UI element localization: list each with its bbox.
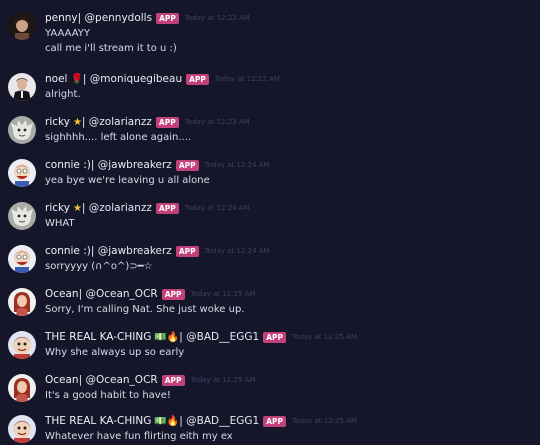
username[interactable]: connie :) xyxy=(45,159,91,171)
message-text: Whatever have fun flirting eith my ex xyxy=(45,431,233,442)
message-header: Ocean | @Ocean_OCR APP Today at 12:25 AM xyxy=(45,286,255,302)
username[interactable]: penny xyxy=(45,12,78,24)
timestamp: Today at 12:22 AM xyxy=(214,75,280,83)
user-avatar-kaching[interactable] xyxy=(8,331,36,359)
message-item: THE REAL KA-CHING 💵🔥 | @BAD__EGG1 APP To… xyxy=(0,329,540,372)
user-handle[interactable]: | @moniquegibeau xyxy=(83,73,182,85)
message-text: WHAT xyxy=(45,218,75,229)
timestamp: Today at 12:25 AM xyxy=(292,333,357,341)
message-text-line-2: call me i'll stream it to u :) xyxy=(45,43,177,54)
message-header: penny | @pennydolls APP Today at 12:22 A… xyxy=(45,10,250,26)
username[interactable]: ricky xyxy=(45,116,70,128)
user-avatar-kaching[interactable] xyxy=(8,415,36,443)
message-header: THE REAL KA-CHING 💵🔥 | @BAD__EGG1 APP To… xyxy=(45,413,357,429)
message-text: YAAAAYY xyxy=(45,28,90,39)
message-text: alright. xyxy=(45,89,81,100)
app-badge: APP xyxy=(175,159,199,171)
user-handle[interactable]: | @pennydolls xyxy=(78,12,152,24)
message-item: noel 🌹 | @moniquegibeau APP Today at 12:… xyxy=(0,71,540,114)
user-avatar-penny[interactable] xyxy=(8,12,36,40)
message-header: ricky ★ | @zolarianzz APP Today at 12:23… xyxy=(45,114,250,130)
timestamp: Today at 12:25 AM xyxy=(292,417,357,425)
app-badge: APP xyxy=(155,116,179,128)
message-item: penny | @pennydolls APP Today at 12:22 A… xyxy=(0,10,540,60)
user-handle[interactable]: | @BAD__EGG1 xyxy=(179,331,259,343)
star-emoji: ★ xyxy=(72,116,82,128)
user-avatar-connie[interactable] xyxy=(8,159,36,187)
app-badge: APP xyxy=(175,245,199,257)
username[interactable]: Ocean xyxy=(45,288,79,300)
app-badge: APP xyxy=(161,288,185,300)
money-fire-emoji: 💵🔥 xyxy=(154,415,180,427)
user-avatar-connie[interactable] xyxy=(8,245,36,273)
message-item: connie :) | @jawbreakerz APP Today at 12… xyxy=(0,157,540,200)
message-text: sorryyyy (∩^o^)⊃━☆ xyxy=(45,261,153,272)
user-handle[interactable]: | @jawbreakerz xyxy=(91,159,172,171)
money-fire-emoji: 💵🔥 xyxy=(154,331,180,343)
message-header: connie :) | @jawbreakerz APP Today at 12… xyxy=(45,243,270,259)
timestamp: Today at 12:23 AM xyxy=(184,118,250,126)
message-text: It's a good habit to have! xyxy=(45,390,171,401)
rose-emoji: 🌹 xyxy=(70,73,83,85)
message-text: sighhhh.... left alone again.... xyxy=(45,132,192,143)
user-avatar-ricky[interactable] xyxy=(8,202,36,230)
username[interactable]: ricky xyxy=(45,202,70,214)
message-item: Ocean | @Ocean_OCR APP Today at 12:25 AM… xyxy=(0,286,540,329)
user-avatar-ocean[interactable] xyxy=(8,288,36,316)
message-header: Ocean | @Ocean_OCR APP Today at 12:25 AM xyxy=(45,372,255,388)
message-item: THE REAL KA-CHING 💵🔥 | @BAD__EGG1 APP To… xyxy=(0,413,540,445)
user-handle[interactable]: | @zolarianzz xyxy=(82,116,152,128)
message-text: Sorry, I'm calling Nat. She just woke up… xyxy=(45,304,245,315)
timestamp: Today at 12:22 AM xyxy=(184,14,250,22)
message-item: Ocean | @Ocean_OCR APP Today at 12:25 AM… xyxy=(0,372,540,415)
app-badge: APP xyxy=(155,202,179,214)
message-item: ricky ★ | @zolarianzz APP Today at 12:23… xyxy=(0,114,540,157)
user-avatar-ricky[interactable] xyxy=(8,116,36,144)
message-item: ricky ★ | @zolarianzz APP Today at 12:24… xyxy=(0,200,540,243)
user-handle[interactable]: | @zolarianzz xyxy=(82,202,152,214)
app-badge: APP xyxy=(186,73,209,85)
timestamp: Today at 12:24 AM xyxy=(204,247,270,255)
timestamp: Today at 12:24 AM xyxy=(204,161,270,169)
star-emoji: ★ xyxy=(72,202,82,214)
message-header: connie :) | @jawbreakerz APP Today at 12… xyxy=(45,157,270,173)
message-feed: penny | @pennydolls APP Today at 12:22 A… xyxy=(0,0,540,445)
username[interactable]: THE REAL KA-CHING xyxy=(45,331,151,343)
app-badge: APP xyxy=(161,374,185,386)
message-item: connie :) | @jawbreakerz APP Today at 12… xyxy=(0,243,540,286)
timestamp: Today at 12:25 AM xyxy=(190,290,256,298)
user-handle[interactable]: | @Ocean_OCR xyxy=(79,288,158,300)
timestamp: Today at 12:24 AM xyxy=(184,204,250,212)
user-handle[interactable]: | @jawbreakerz xyxy=(91,245,172,257)
user-handle[interactable]: | @BAD__EGG1 xyxy=(179,415,259,427)
app-badge: APP xyxy=(263,331,286,343)
message-header: noel 🌹 | @moniquegibeau APP Today at 12:… xyxy=(45,71,280,87)
timestamp: Today at 12:25 AM xyxy=(190,376,256,384)
username[interactable]: connie :) xyxy=(45,245,91,257)
username[interactable]: Ocean xyxy=(45,374,79,386)
app-badge: APP xyxy=(156,12,179,24)
username[interactable]: noel xyxy=(45,73,67,85)
user-avatar-noel[interactable] xyxy=(8,73,36,101)
message-header: ricky ★ | @zolarianzz APP Today at 12:24… xyxy=(45,200,250,216)
user-avatar-ocean[interactable] xyxy=(8,374,36,402)
message-text: yea bye we're leaving u all alone xyxy=(45,175,210,186)
user-handle[interactable]: | @Ocean_OCR xyxy=(79,374,158,386)
message-header: THE REAL KA-CHING 💵🔥 | @BAD__EGG1 APP To… xyxy=(45,329,357,345)
username[interactable]: THE REAL KA-CHING xyxy=(45,415,151,427)
app-badge: APP xyxy=(263,415,286,427)
message-text: Why she always up so early xyxy=(45,347,185,358)
